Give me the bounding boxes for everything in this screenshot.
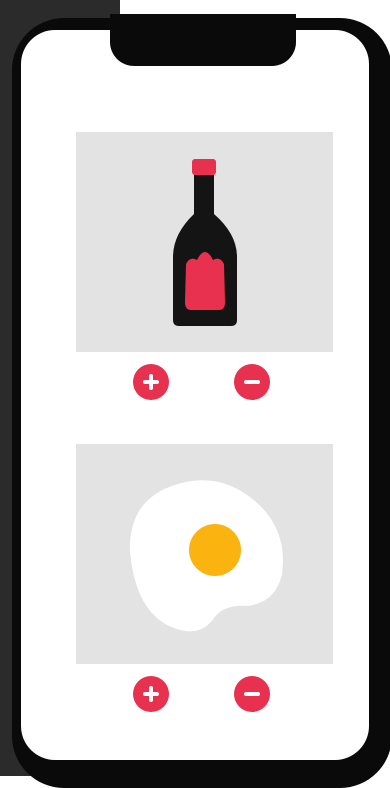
decrease-ketchup-button[interactable]: [234, 364, 270, 400]
increase-egg-button[interactable]: [133, 676, 169, 712]
minus-icon: [244, 380, 260, 384]
minus-icon: [244, 692, 260, 696]
decrease-egg-button[interactable]: [234, 676, 270, 712]
plus-icon: [143, 686, 159, 702]
ketchup-bottle-icon: [173, 159, 237, 326]
ketchup-card[interactable]: [76, 132, 333, 352]
plus-icon: [143, 374, 159, 390]
egg-card[interactable]: [76, 444, 333, 664]
increase-ketchup-button[interactable]: [133, 364, 169, 400]
fried-egg-icon: [129, 480, 283, 632]
phone-notch: [110, 14, 296, 66]
